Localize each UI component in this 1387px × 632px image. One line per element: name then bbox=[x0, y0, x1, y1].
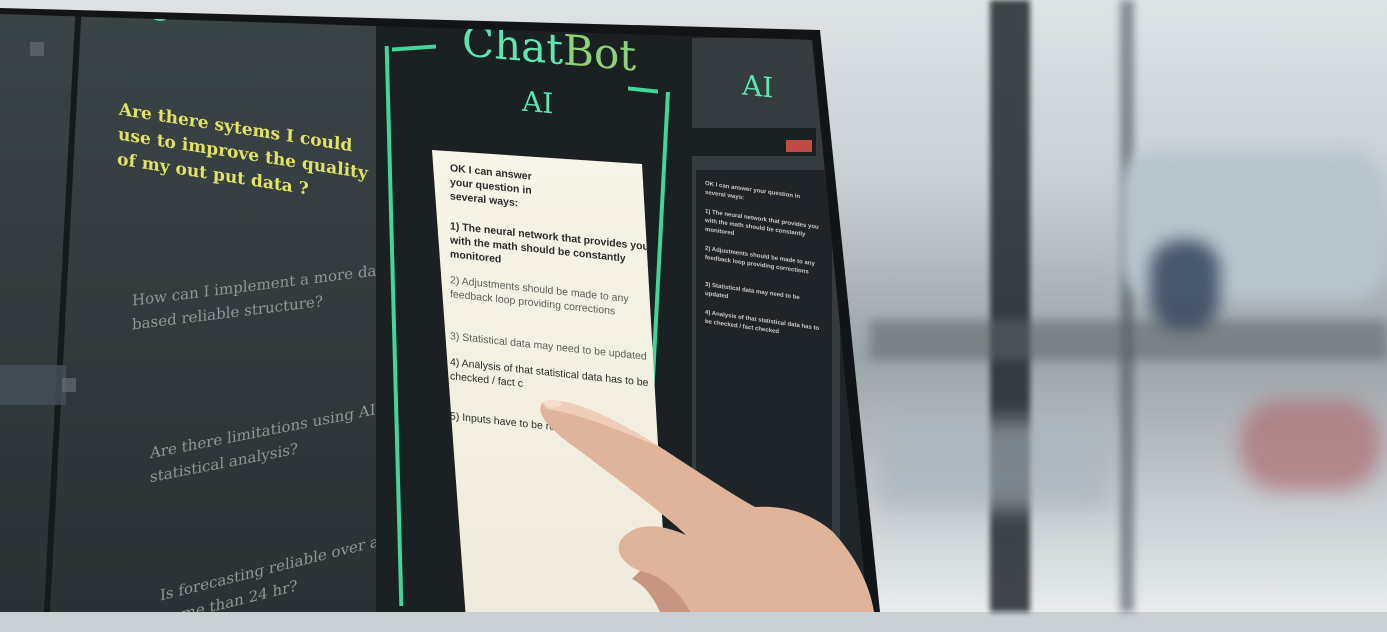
ai-panel-line: 3) Statistical data may need to be updat… bbox=[705, 281, 800, 302]
question-item[interactable]: How can I implement a more data based re… bbox=[132, 255, 402, 336]
chatbot-title-chat: Chat bbox=[462, 16, 564, 75]
background-pole bbox=[1120, 0, 1134, 612]
ai-panel-line: 2) Adjustments should be made to any fee… bbox=[705, 245, 815, 276]
ai-panel-title: AI bbox=[742, 68, 774, 105]
question-panel: lligence Are there sytems I could use to… bbox=[0, 14, 418, 612]
selected-question[interactable]: Are there sytems I could use to improve … bbox=[117, 98, 379, 214]
ai-panel-button[interactable] bbox=[786, 140, 812, 152]
panel-divider bbox=[43, 14, 83, 612]
chatbot-title-bot: Bot bbox=[563, 25, 637, 81]
answer-item[interactable]: 1) The neural network that provides you … bbox=[450, 219, 655, 283]
pointing-hand bbox=[540, 399, 874, 612]
close-icon[interactable] bbox=[30, 42, 44, 56]
background-desk bbox=[880, 420, 1110, 510]
background-person bbox=[1150, 240, 1220, 330]
ai-panel-text: OK I can answer your question in several… bbox=[705, 180, 820, 353]
background-pillar bbox=[990, 0, 1030, 612]
ai-panel-line: 1) The neural network that provides you … bbox=[705, 208, 819, 239]
background-red-object bbox=[1240, 400, 1380, 490]
answer-item[interactable]: 2) Adjustments should be made to any fee… bbox=[450, 273, 655, 323]
close-icon[interactable] bbox=[62, 378, 76, 392]
side-tab[interactable] bbox=[0, 365, 66, 405]
chatbot-subtitle: AI bbox=[522, 84, 554, 121]
background-shelf bbox=[870, 320, 1387, 360]
ai-panel-line: 4) Analysis of that statistical data has… bbox=[705, 309, 820, 336]
